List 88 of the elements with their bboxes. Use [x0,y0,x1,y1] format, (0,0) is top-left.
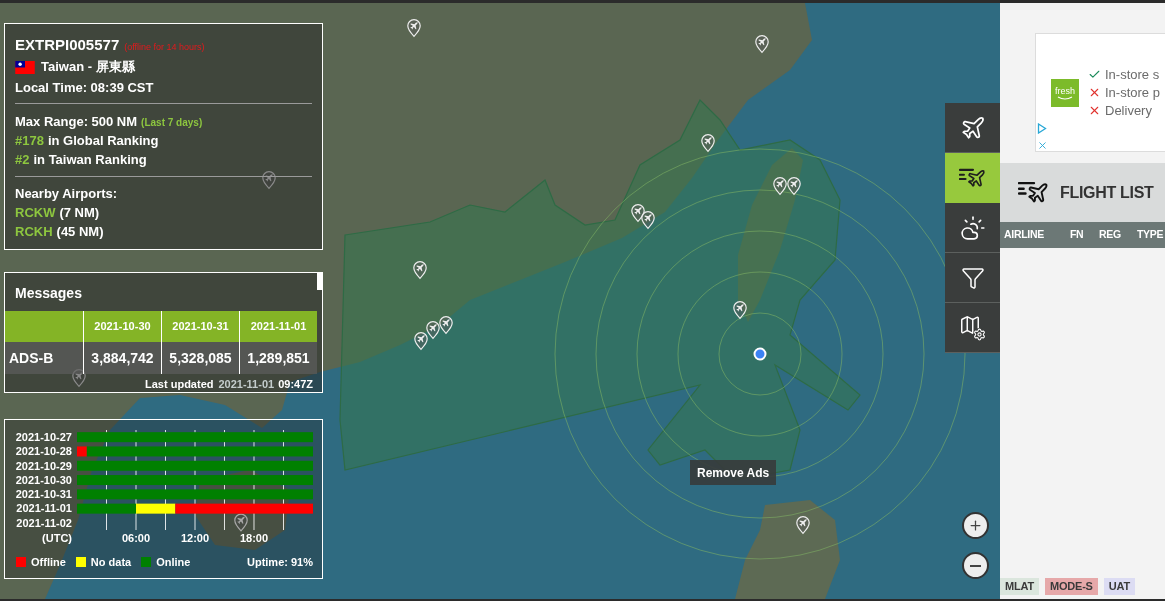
minus-icon [970,564,981,567]
source-tag: UAT [1103,578,1135,595]
status-note: (offline for 14 hours) [124,41,205,54]
aircraft-marker-icon[interactable] [426,321,440,339]
date-label: 2021-10-27 [15,429,72,445]
max-range-text: Max Range: 500 NM [15,113,138,131]
column-header[interactable]: TYPE [1137,228,1164,241]
aircraft-marker-icon[interactable] [796,516,810,534]
table-cell-text: 5,328,085 [169,348,232,368]
aircraft-marker-icon[interactable] [641,211,655,229]
row-label: ADS-B [9,348,54,368]
airport-code-link[interactable]: RCKH [15,222,53,241]
adchoices-icon[interactable] [1037,123,1047,134]
table-cell-text: 3,884,742 [91,348,154,368]
legend-label: Online [156,554,191,570]
aircraft-marker-icon[interactable] [439,316,453,334]
date-label: 2021-10-28 [15,444,72,460]
aircraft-marker-icon[interactable] [631,204,645,222]
aircraft-marker-icon[interactable] [414,332,428,350]
date-label: 2021-10-29 [15,458,72,474]
scrollbar-thumb[interactable] [317,273,322,290]
column-header[interactable]: AIRLINE [1004,228,1044,241]
updated-date: 2021-11-01 [218,376,275,392]
aircraft-marker-icon[interactable] [787,177,801,195]
column-header: 2021-10-31 [172,319,229,335]
cross-icon [1088,104,1101,117]
rank-label: in Taiwan Ranking [33,151,147,169]
column-header: 2021-10-30 [94,319,151,335]
plus-icon [968,518,983,533]
updated-time: 09:47Z [278,376,313,392]
range-period-text: (Last 7 days) [141,116,203,130]
ad-text: Delivery [1105,101,1152,120]
filter-icon [960,265,985,290]
aircraft-marker-icon[interactable] [413,261,427,279]
logo-text: fresh [1055,85,1075,96]
ad-text: In-store p [1105,83,1160,102]
aircraft-marker-icon[interactable] [773,177,787,195]
flight-list-icon [958,167,987,189]
aircraft-marker-icon[interactable] [755,35,769,53]
rank-number: #2 [15,151,30,169]
plane-icon [959,114,986,141]
station-id: EXTRPI005577 [15,35,120,55]
column-header: 2021-11-01 [250,319,307,335]
cross-icon [1088,86,1101,99]
date-label: 2021-11-02 [16,515,72,531]
check-icon [1088,68,1101,81]
column-header[interactable]: FN [1070,228,1084,241]
map-settings-icon [959,314,986,341]
smile-icon [1057,95,1073,100]
panel-title: Messages [15,284,83,302]
column-header[interactable]: REG [1099,228,1121,241]
filter-button[interactable] [945,253,1000,303]
cloud-sun-icon [959,214,986,241]
source-tag: MLAT [1000,578,1039,595]
aircraft-layer-button[interactable] [945,103,1000,153]
table-cell-text: 1,289,851 [247,348,310,368]
remove-ads-button[interactable]: Remove Ads [690,460,777,485]
flight-list-button[interactable] [945,153,1000,203]
aircraft-marker-icon[interactable] [733,301,747,319]
flight-list-icon [1018,180,1050,205]
airport-distance: (7 NM) [59,204,100,222]
updated-label: Last updated [145,376,214,392]
legend-label: Offline [31,554,66,570]
station-marker-icon[interactable] [753,347,767,361]
axis-tick-label: 12:00 [180,531,210,546]
flight-list-title: FLIGHT LIST [1060,182,1154,203]
rank-number: #178 [15,132,44,150]
rank-label: in Global Ranking [47,132,159,150]
weather-button[interactable] [945,203,1000,253]
date-label: 2021-10-30 [15,472,72,488]
uptime-text: Uptime: 91% [246,554,313,570]
ad-text: In-store s [1105,65,1160,84]
date-label: 2021-10-31 [15,487,72,503]
airport-distance: (45 NM) [56,223,104,241]
source-tag: MODE-S [1044,578,1098,595]
local-time-text: Local Time: 08:39 CST [15,80,154,95]
axis-tick-label: 18:00 [239,531,269,546]
legend-label: No data [90,554,132,570]
date-label: 2021-11-01 [16,501,72,517]
axis-title: (UTC) [42,530,72,546]
map-settings-button[interactable] [945,303,1000,353]
ad-banner[interactable]: fresh In-store s In-store p Delivery [1035,33,1165,152]
aircraft-marker-icon[interactable] [701,134,715,152]
location-text: Taiwan - 屏東縣 [41,58,135,76]
aircraft-marker-icon[interactable] [407,19,421,37]
airports-title: Nearby Airports: [15,186,118,201]
airport-code-link[interactable]: RCKW [15,203,56,222]
axis-tick-label: 06:00 [121,531,151,546]
